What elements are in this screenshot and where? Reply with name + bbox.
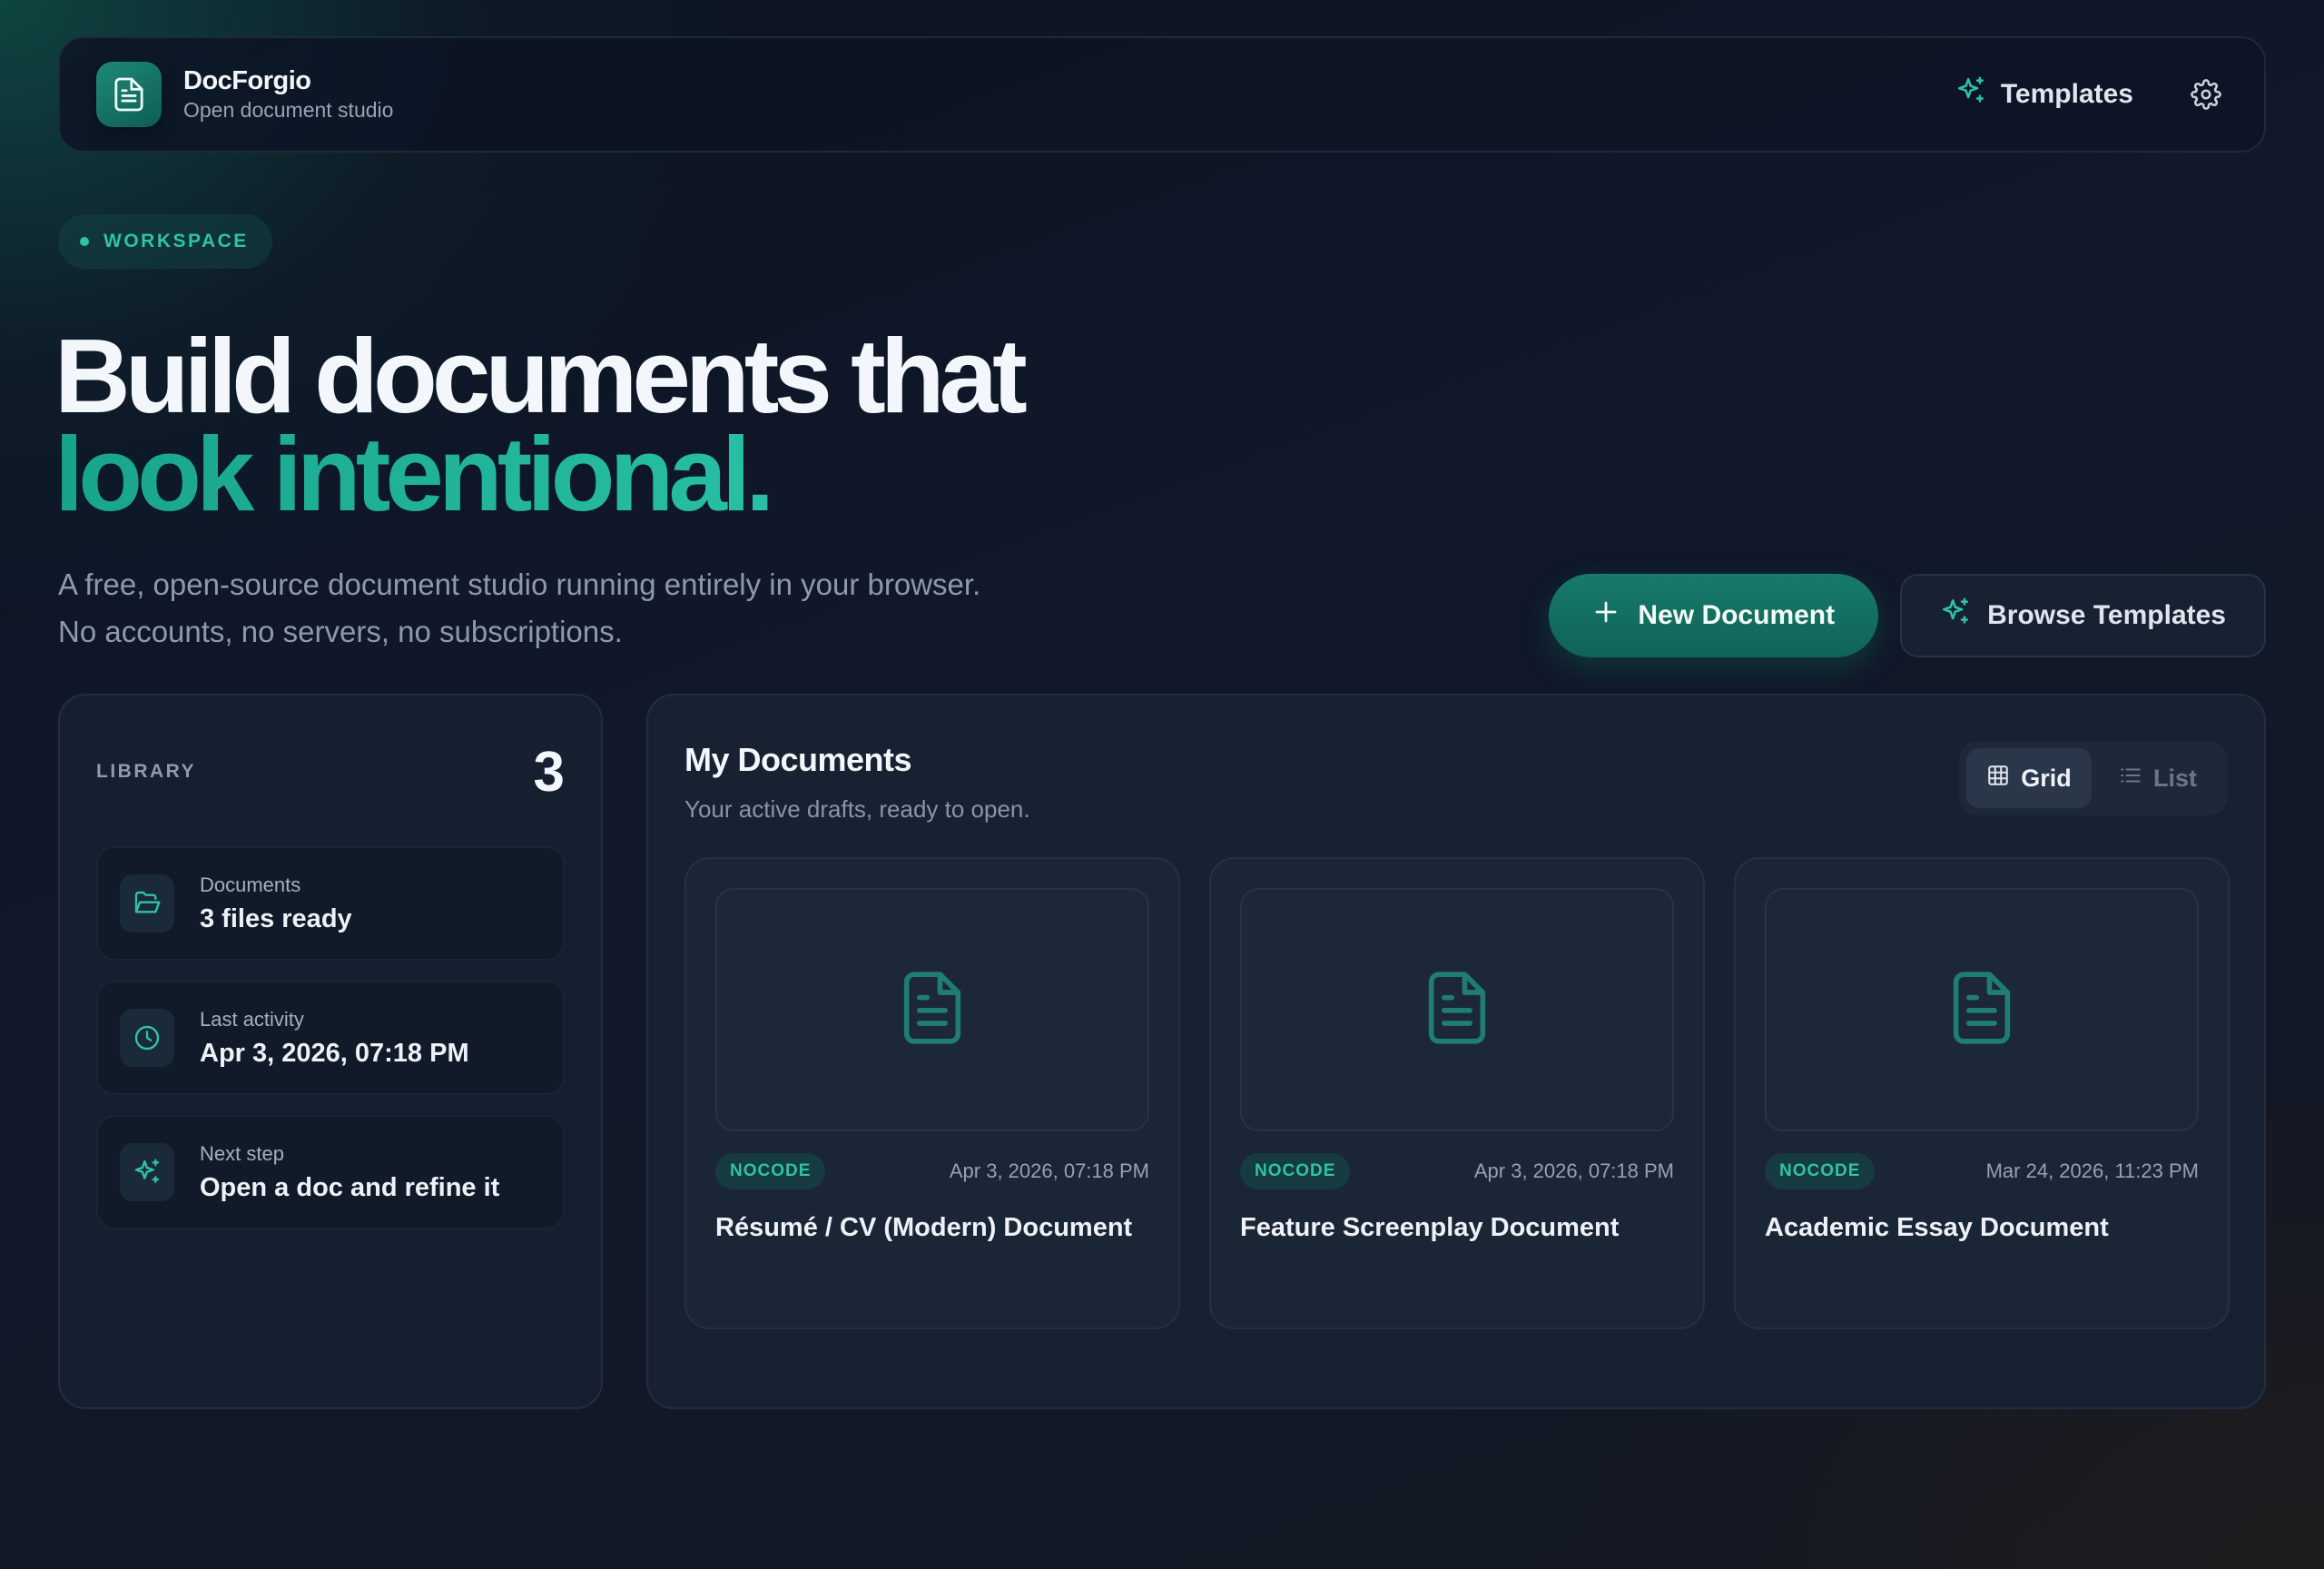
app-root: DocForgio Open document studio Templates <box>54 36 2266 1409</box>
document-tag: NOCODE <box>715 1153 826 1189</box>
document-date: Mar 24, 2026, 11:23 PM <box>1985 1159 2199 1182</box>
document-title: Academic Essay Document <box>1765 1213 2109 1242</box>
plus-icon <box>1592 598 1620 633</box>
library-item-label: Next step <box>200 1141 284 1165</box>
sparkles-icon <box>120 1143 174 1201</box>
sparkles-icon <box>1955 75 1986 113</box>
document-icon <box>901 971 963 1049</box>
library-item-value: Apr 3, 2026, 07:18 PM <box>200 1038 469 1068</box>
document-date: Apr 3, 2026, 07:18 PM <box>949 1159 1149 1182</box>
document-icon <box>1951 971 2013 1049</box>
grid-icon <box>1986 764 2010 794</box>
document-thumbnail <box>715 888 1149 1131</box>
library-item-next-step: Next step Open a doc and refine it <box>96 1115 565 1229</box>
brand-name: DocForgio <box>183 66 311 95</box>
list-icon <box>2119 764 2142 794</box>
library-panel: LIBRARY 3 Documents 3 files ready Last a… <box>58 694 603 1409</box>
browse-templates-label: Browse Templates <box>1987 600 2226 630</box>
browse-templates-button[interactable]: Browse Templates <box>1900 574 2266 657</box>
document-card[interactable]: NOCODE Apr 3, 2026, 07:18 PM Feature Scr… <box>1209 857 1705 1329</box>
library-item-documents: Documents 3 files ready <box>96 846 565 961</box>
workspace-badge-label: WORKSPACE <box>103 231 249 252</box>
workspace-badge: WORKSPACE <box>58 214 272 269</box>
library-item-last-activity: Last activity Apr 3, 2026, 07:18 PM <box>96 981 565 1095</box>
list-view-button[interactable]: List <box>2095 748 2221 808</box>
grid-view-label: Grid <box>2021 764 2072 792</box>
sparkles-icon <box>1940 597 1971 635</box>
new-document-label: New Document <box>1638 600 1836 630</box>
documents-panel: My Documents Your active drafts, ready t… <box>646 694 2266 1409</box>
hero-subtitle: A free, open-source document studio runn… <box>58 567 981 648</box>
grid-view-button[interactable]: Grid <box>1966 748 2092 808</box>
document-thumbnail <box>1240 888 1674 1131</box>
library-item-value: Open a doc and refine it <box>200 1172 500 1202</box>
templates-label: Templates <box>2000 79 2133 109</box>
library-item-label: Last activity <box>200 1007 304 1031</box>
document-grid: NOCODE Apr 3, 2026, 07:18 PM Résumé / CV… <box>684 857 2230 1329</box>
library-count: 3 <box>533 740 565 804</box>
dot-icon <box>80 237 89 246</box>
document-tag: NOCODE <box>1765 1153 1876 1189</box>
document-card[interactable]: NOCODE Mar 24, 2026, 11:23 PM Academic E… <box>1734 857 2230 1329</box>
view-toggle: Grid List <box>1959 741 2228 815</box>
document-title: Résumé / CV (Modern) Document <box>715 1213 1133 1242</box>
clock-icon <box>120 1009 174 1067</box>
folder-open-icon <box>120 874 174 933</box>
list-view-label: List <box>2152 764 2197 792</box>
documents-subtitle: Your active drafts, ready to open. <box>684 795 1030 823</box>
document-card[interactable]: NOCODE Apr 3, 2026, 07:18 PM Résumé / CV… <box>684 857 1180 1329</box>
hero-title-line1: Build documents that <box>54 317 1028 435</box>
document-thumbnail <box>1765 888 2199 1131</box>
templates-link[interactable]: Templates <box>1955 75 2133 113</box>
document-date: Apr 3, 2026, 07:18 PM <box>1473 1159 1674 1182</box>
new-document-button[interactable]: New Document <box>1549 574 1879 657</box>
document-title: Feature Screenplay Document <box>1240 1213 1620 1242</box>
library-item-label: Documents <box>200 873 301 896</box>
document-tag: NOCODE <box>1240 1153 1351 1189</box>
hero-title: Build documents that look intentional. <box>54 317 1028 527</box>
document-icon <box>1426 971 1488 1049</box>
library-label: LIBRARY <box>96 761 197 782</box>
gear-icon[interactable] <box>2184 73 2228 116</box>
top-header: DocForgio Open document studio Templates <box>58 36 2266 153</box>
brand[interactable]: DocForgio Open document studio <box>96 62 393 127</box>
hero-actions: New Document Browse Templates <box>1549 574 2266 657</box>
document-icon <box>96 62 162 127</box>
brand-tagline: Open document studio <box>183 98 394 122</box>
documents-title: My Documents <box>684 741 912 778</box>
hero-title-line2: look intentional. <box>54 421 1022 527</box>
library-item-value: 3 files ready <box>200 903 352 933</box>
